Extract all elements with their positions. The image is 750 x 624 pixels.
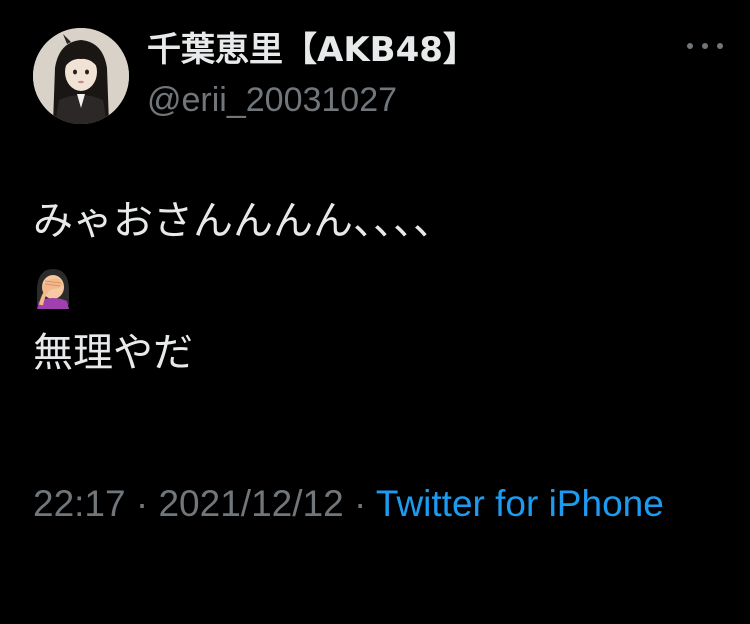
user-handle[interactable]: @erii_20031027 — [147, 80, 477, 120]
face-palm-emoji-icon — [37, 269, 69, 309]
tweet-text-line-3: 無理やだ — [33, 330, 193, 376]
display-name[interactable]: 千葉恵里【AKB48】 — [147, 30, 477, 70]
user-names: 千葉恵里【AKB48】 @erii_20031027 — [147, 28, 477, 120]
tweet-date[interactable]: 2021/12/12 — [158, 483, 343, 524]
more-dot-3 — [717, 43, 723, 49]
more-dot-1 — [687, 43, 693, 49]
tweet-meta: 22:17 · 2021/12/12 · Twitter for iPhone — [33, 466, 723, 542]
tweet-text: みゃおさんんんん、、、、 無理やだ — [33, 188, 723, 386]
tweet-text-line-2 — [33, 254, 723, 320]
tweet-header: 千葉恵里【AKB48】 @erii_20031027 — [33, 28, 723, 124]
meta-separator-2: · — [343, 483, 376, 524]
avatar[interactable] — [33, 28, 129, 124]
tweet-source-link[interactable]: Twitter for iPhone — [376, 483, 664, 524]
tweet-text-line-1: みゃおさんんんん、、、、 — [33, 198, 453, 244]
avatar-image — [33, 28, 129, 124]
tweet: 千葉恵里【AKB48】 @erii_20031027 みゃおさんんんん、、、、 — [0, 0, 750, 624]
more-options-icon[interactable] — [687, 34, 723, 58]
meta-separator-1: · — [125, 483, 159, 524]
more-dot-2 — [702, 43, 708, 49]
tweet-time[interactable]: 22:17 — [33, 483, 126, 524]
